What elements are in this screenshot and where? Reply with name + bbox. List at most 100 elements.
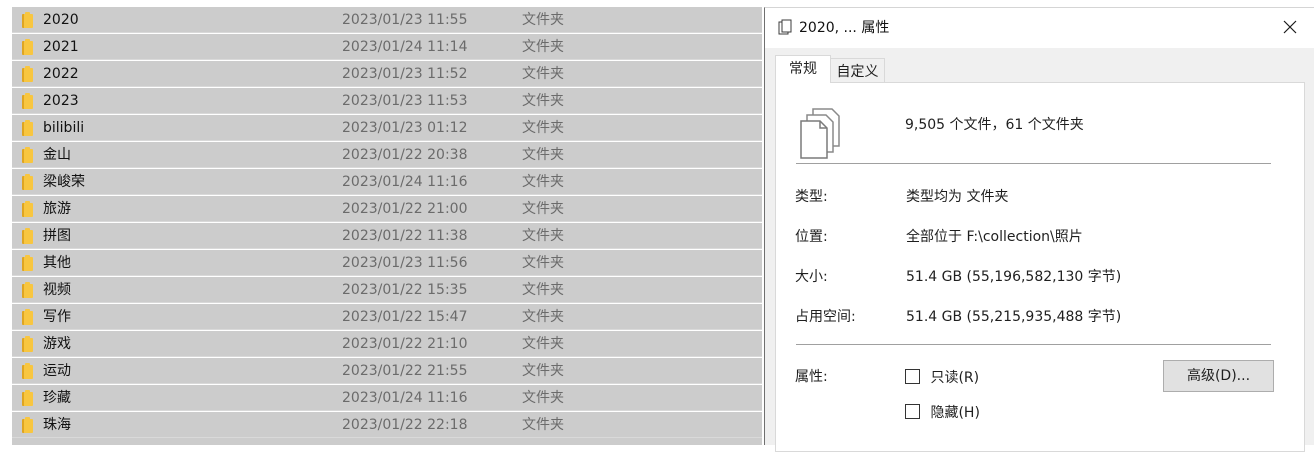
file-name: 写作: [43, 309, 71, 325]
file-name: 旅游: [43, 201, 71, 217]
size-on-disk-value: 51.4 GB (55,215,935,488 字节): [906, 309, 1122, 325]
file-row[interactable]: 2023 2023/01/23 11:53 文件夹: [12, 88, 762, 114]
file-name: 金山: [43, 147, 71, 163]
file-date: 2023/01/22 15:35: [342, 282, 468, 298]
folder-icon: [22, 228, 33, 244]
file-date: 2023/01/23 01:12: [342, 120, 468, 136]
file-date: 2023/01/22 21:55: [342, 363, 468, 379]
file-date: 2023/01/23 11:53: [342, 93, 468, 109]
file-type: 文件夹: [522, 66, 564, 82]
file-name: 其他: [43, 255, 71, 271]
location-label: 位置:: [795, 229, 828, 245]
file-row[interactable]: 视频 2023/01/22 15:35 文件夹: [12, 277, 762, 303]
checkbox-box[interactable]: [905, 404, 920, 419]
type-value: 类型均为 文件夹: [906, 189, 1009, 205]
checkbox-box[interactable]: [905, 369, 920, 384]
file-date: 2023/01/24 11:16: [342, 174, 468, 190]
file-date: 2023/01/22 15:47: [342, 309, 468, 325]
file-type: 文件夹: [522, 12, 564, 28]
file-type: 文件夹: [522, 147, 564, 163]
file-type: 文件夹: [522, 120, 564, 136]
file-row[interactable]: 拼图 2023/01/22 11:38 文件夹: [12, 223, 762, 249]
file-date: 2023/01/24 11:14: [342, 39, 468, 55]
file-date: 2023/01/23 11:52: [342, 66, 468, 82]
folder-icon: [22, 336, 33, 352]
file-row[interactable]: 珠海 2023/01/22 22:18 文件夹: [12, 412, 762, 438]
file-date: 2023/01/24 11:16: [342, 390, 468, 406]
hidden-checkbox[interactable]: 隐藏(H): [905, 403, 980, 423]
file-date: 2023/01/22 20:38: [342, 147, 468, 163]
stacked-documents-icon: [800, 108, 840, 159]
general-tab-panel: 9,505 个文件，61 个文件夹 类型: 类型均为 文件夹 位置: 全部位于 …: [775, 82, 1305, 452]
file-name: 运动: [43, 363, 71, 379]
file-type: 文件夹: [522, 93, 564, 109]
title-bar[interactable]: 2020, ... 属性: [765, 8, 1314, 48]
folder-icon: [22, 66, 33, 82]
file-row[interactable]: 梁峻荣 2023/01/24 11:16 文件夹: [12, 169, 762, 195]
file-name: 2022: [43, 66, 79, 82]
separator: [796, 163, 1271, 164]
file-name: 游戏: [43, 336, 71, 352]
close-icon: [1283, 20, 1297, 34]
file-name: 珍藏: [43, 390, 71, 406]
file-date: 2023/01/22 21:00: [342, 201, 468, 217]
file-row[interactable]: 2021 2023/01/24 11:14 文件夹: [12, 34, 762, 60]
file-row[interactable]: 2022 2023/01/23 11:52 文件夹: [12, 61, 762, 87]
properties-document-icon: [778, 19, 792, 35]
file-type: 文件夹: [522, 309, 564, 325]
folder-icon: [22, 390, 33, 406]
folder-icon: [22, 201, 33, 217]
hidden-checkbox-label: 隐藏(H): [930, 405, 980, 421]
file-row[interactable]: bilibili 2023/01/23 01:12 文件夹: [12, 115, 762, 141]
file-row[interactable]: 运动 2023/01/22 21:55 文件夹: [12, 358, 762, 384]
size-value: 51.4 GB (55,196,582,130 字节): [906, 269, 1122, 285]
file-row[interactable]: 珍藏 2023/01/24 11:16 文件夹: [12, 385, 762, 411]
close-button[interactable]: [1267, 9, 1313, 45]
folder-icon: [22, 93, 33, 109]
folder-icon: [22, 417, 33, 433]
file-type: 文件夹: [522, 336, 564, 352]
file-row[interactable]: 2020 2023/01/23 11:55 文件夹: [12, 7, 762, 33]
file-date: 2023/01/23 11:55: [342, 12, 468, 28]
file-date: 2023/01/22 11:38: [342, 228, 468, 244]
folder-icon: [22, 255, 33, 271]
file-type: 文件夹: [522, 255, 564, 271]
tab-general[interactable]: 常规: [775, 55, 831, 83]
file-row[interactable]: 金山 2023/01/22 20:38 文件夹: [12, 142, 762, 168]
readonly-checkbox[interactable]: 只读(R): [905, 368, 979, 388]
dialog-title: 2020, ... 属性: [799, 20, 890, 36]
file-name: 2020: [43, 12, 79, 28]
tab-custom[interactable]: 自定义: [831, 58, 885, 84]
file-list: 2020 2023/01/23 11:55 文件夹 2021 2023/01/2…: [0, 0, 765, 445]
advanced-button[interactable]: 高级(D)...: [1163, 360, 1274, 392]
file-name: bilibili: [43, 120, 85, 136]
file-type: 文件夹: [522, 228, 564, 244]
size-on-disk-label: 占用空间:: [795, 309, 856, 325]
folder-icon: [22, 147, 33, 163]
properties-dialog: 2020, ... 属性 常规 自定义 9,505 个文件，61 个文件夹 类型…: [764, 7, 1314, 452]
size-label: 大小:: [795, 269, 828, 285]
file-row[interactable]: 写作 2023/01/22 15:47 文件夹: [12, 304, 762, 330]
file-date: 2023/01/22 22:18: [342, 417, 468, 433]
folder-icon: [22, 39, 33, 55]
file-row[interactable]: 其他 2023/01/23 11:56 文件夹: [12, 250, 762, 276]
file-type: 文件夹: [522, 390, 564, 406]
file-type: 文件夹: [522, 363, 564, 379]
folder-icon: [22, 174, 33, 190]
file-row[interactable]: 游戏 2023/01/22 21:10 文件夹: [12, 331, 762, 357]
file-name: 拼图: [43, 228, 71, 244]
folder-icon: [22, 120, 33, 136]
file-name: 2023: [43, 93, 79, 109]
readonly-checkbox-label: 只读(R): [930, 370, 980, 386]
folder-icon: [22, 363, 33, 379]
separator: [796, 344, 1271, 345]
folder-icon: [22, 309, 33, 325]
folder-icon: [22, 12, 33, 28]
type-label: 类型:: [795, 189, 828, 205]
file-name: 视频: [43, 282, 71, 298]
file-row[interactable]: 旅游 2023/01/22 21:00 文件夹: [12, 196, 762, 222]
attributes-label: 属性:: [795, 369, 828, 385]
file-name: 珠海: [43, 417, 71, 433]
partial-file-row[interactable]: [12, 438, 762, 445]
file-type: 文件夹: [522, 282, 564, 298]
